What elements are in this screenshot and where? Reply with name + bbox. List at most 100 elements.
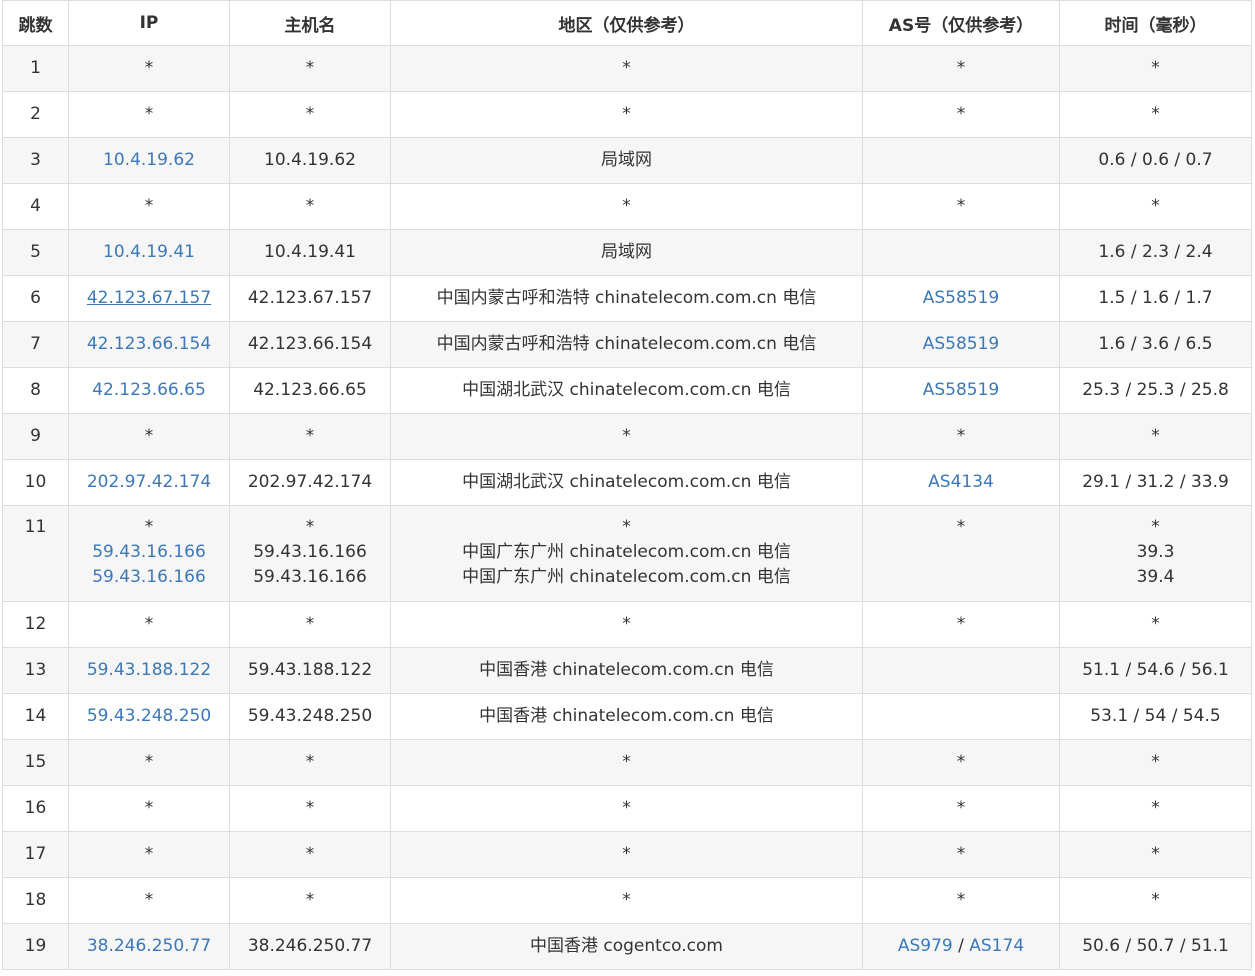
time-cell: 50.6 / 50.7 / 51.1 <box>1059 923 1252 970</box>
as-cell: AS58519 <box>862 275 1060 322</box>
as-link[interactable]: AS4134 <box>928 472 994 492</box>
region-cell: 中国内蒙古呼和浩特 chinatelecom.com.cn 电信 <box>390 321 863 368</box>
time-cell: 51.1 / 54.6 / 56.1 <box>1059 647 1252 694</box>
region-cell: 中国湖北武汉 chinatelecom.com.cn 电信 <box>390 459 863 506</box>
hop-cell: 18 <box>2 877 69 924</box>
hop-cell: 5 <box>2 229 69 276</box>
ip-cell: * <box>68 739 230 786</box>
hostname-text: * <box>305 517 315 537</box>
table-row: 16 * * * * * <box>2 785 1252 832</box>
time-text: 39.4 <box>1136 567 1175 587</box>
table-row: 17 * * * * * <box>2 831 1252 878</box>
ip-link[interactable]: 42.123.66.154 <box>87 334 211 354</box>
ip-link[interactable]: 38.246.250.77 <box>87 936 211 956</box>
as-cell: * <box>862 785 1060 832</box>
hostname-cell: 42.123.66.65 <box>229 367 391 414</box>
ip-cell: * <box>68 785 230 832</box>
table-header-row: 跳数 IP 主机名 地区（仅供参考） AS号（仅供参考） 时间（毫秒） <box>2 0 1252 46</box>
time-cell: 0.6 / 0.6 / 0.7 <box>1059 137 1252 184</box>
as-link[interactable]: AS58519 <box>923 334 1000 354</box>
as-link[interactable]: AS979 <box>898 936 953 956</box>
as-cell: * <box>862 183 1060 230</box>
as-link[interactable]: AS58519 <box>923 380 1000 400</box>
header-region: 地区（仅供参考） <box>390 0 863 46</box>
table-row: 13 59.43.188.122 59.43.188.122 中国香港 chin… <box>2 647 1252 694</box>
region-cell: * <box>390 831 863 878</box>
as-cell: * <box>862 739 1060 786</box>
ip-link[interactable]: 10.4.19.62 <box>103 150 195 170</box>
ip-cell: 59.43.188.122 <box>68 647 230 694</box>
hostname-cell: 42.123.67.157 <box>229 275 391 322</box>
as-cell <box>862 693 1060 740</box>
hostname-cell: 59.43.248.250 <box>229 693 391 740</box>
ip-link[interactable]: 59.43.16.166 <box>69 540 229 565</box>
hostname-cell: * 59.43.16.166 59.43.16.166 <box>229 505 391 602</box>
hostname-cell: 42.123.66.154 <box>229 321 391 368</box>
header-hop: 跳数 <box>2 0 69 46</box>
time-cell: * <box>1059 183 1252 230</box>
as-separator: / <box>958 936 964 956</box>
time-cell: 1.6 / 3.6 / 6.5 <box>1059 321 1252 368</box>
hostname-cell: * <box>229 601 391 648</box>
hop-cell: 6 <box>2 275 69 322</box>
as-cell: * <box>862 413 1060 460</box>
region-cell: 中国香港 chinatelecom.com.cn 电信 <box>390 647 863 694</box>
ip-link[interactable]: 42.123.66.65 <box>92 380 206 400</box>
region-cell: 局域网 <box>390 137 863 184</box>
ip-cell: 202.97.42.174 <box>68 459 230 506</box>
hostname-cell: * <box>229 183 391 230</box>
region-cell: * <box>390 877 863 924</box>
hop-cell: 4 <box>2 183 69 230</box>
region-cell: * <box>390 45 863 92</box>
hop-cell: 8 <box>2 367 69 414</box>
region-cell: * 中国广东广州 chinatelecom.com.cn 电信 中国广东广州 c… <box>390 505 863 602</box>
time-cell: 1.5 / 1.6 / 1.7 <box>1059 275 1252 322</box>
hostname-text: 59.43.16.166 <box>253 542 367 562</box>
table-row: 3 10.4.19.62 10.4.19.62 局域网 0.6 / 0.6 / … <box>2 137 1252 184</box>
hop-cell: 17 <box>2 831 69 878</box>
table-row: 19 38.246.250.77 38.246.250.77 中国香港 coge… <box>2 923 1252 970</box>
ip-link[interactable]: 59.43.188.122 <box>87 660 211 680</box>
table-row: 10 202.97.42.174 202.97.42.174 中国湖北武汉 ch… <box>2 459 1252 506</box>
region-cell: 中国内蒙古呼和浩特 chinatelecom.com.cn 电信 <box>390 275 863 322</box>
region-cell: * <box>390 739 863 786</box>
time-cell: * <box>1059 831 1252 878</box>
ip-link[interactable]: 59.43.16.166 <box>69 565 229 590</box>
ip-cell: 42.123.66.154 <box>68 321 230 368</box>
as-cell: * <box>862 505 1060 602</box>
time-cell: 1.6 / 2.3 / 2.4 <box>1059 229 1252 276</box>
as-link[interactable]: AS58519 <box>923 288 1000 308</box>
table-row: 18 * * * * * <box>2 877 1252 924</box>
region-cell: 中国香港 cogentco.com <box>390 923 863 970</box>
ip-cell: * 59.43.16.166 59.43.16.166 <box>68 505 230 602</box>
ip-cell: 10.4.19.41 <box>68 229 230 276</box>
region-text: 中国广东广州 chinatelecom.com.cn 电信 <box>462 567 791 587</box>
table-row: 6 42.123.67.157 42.123.67.157 中国内蒙古呼和浩特 … <box>2 275 1252 322</box>
ip-link[interactable]: 42.123.67.157 <box>87 288 211 308</box>
as-cell: * <box>862 601 1060 648</box>
time-cell: * <box>1059 877 1252 924</box>
ip-link[interactable]: 10.4.19.41 <box>103 242 195 262</box>
time-cell: 29.1 / 31.2 / 33.9 <box>1059 459 1252 506</box>
region-cell: * <box>390 601 863 648</box>
ip-link[interactable]: 59.43.248.250 <box>87 706 211 726</box>
ip-cell: * <box>68 413 230 460</box>
as-link[interactable]: AS174 <box>969 936 1024 956</box>
header-ip: IP <box>68 0 230 46</box>
table-row: 4 * * * * * <box>2 183 1252 230</box>
table-row: 1 * * * * * <box>2 45 1252 92</box>
hop-cell: 11 <box>2 505 69 602</box>
hop-cell: 19 <box>2 923 69 970</box>
time-cell: * <box>1059 91 1252 138</box>
ip-cell: * <box>68 831 230 878</box>
ip-cell: 42.123.67.157 <box>68 275 230 322</box>
ip-cell: 59.43.248.250 <box>68 693 230 740</box>
hop-cell: 16 <box>2 785 69 832</box>
as-cell: AS979 / AS174 <box>862 923 1060 970</box>
as-cell: AS58519 <box>862 367 1060 414</box>
traceroute-table: 跳数 IP 主机名 地区（仅供参考） AS号（仅供参考） 时间（毫秒） 1 * … <box>2 0 1252 970</box>
header-hostname: 主机名 <box>229 0 391 46</box>
ip-link[interactable]: 202.97.42.174 <box>87 472 211 492</box>
ip-cell: 10.4.19.62 <box>68 137 230 184</box>
time-cell: * <box>1059 785 1252 832</box>
